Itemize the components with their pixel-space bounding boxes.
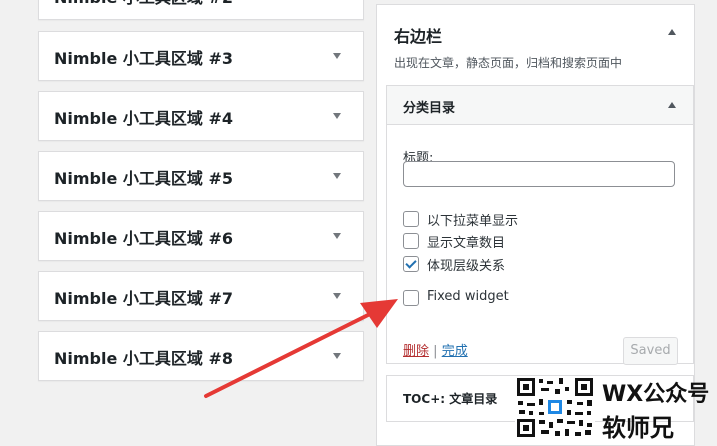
annotation-arrow xyxy=(204,299,398,398)
qr-code-icon xyxy=(515,376,595,439)
watermark-line1: WX公众号 xyxy=(602,382,710,407)
watermark: WX公众号 软师兄 xyxy=(515,376,717,442)
watermark-line2: 软师兄 xyxy=(602,414,674,442)
